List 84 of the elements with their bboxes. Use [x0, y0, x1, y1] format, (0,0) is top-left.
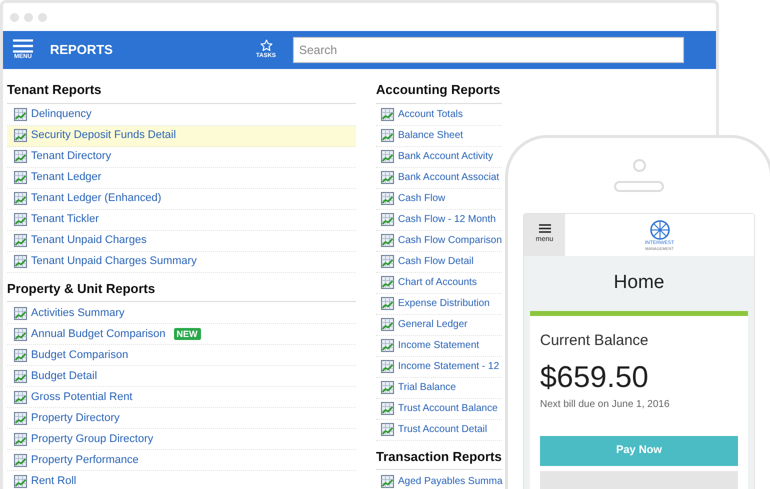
report-link[interactable]: Rent Roll [7, 471, 356, 489]
report-link[interactable]: Income Statement [376, 336, 502, 356]
report-icon [381, 129, 394, 142]
report-icon [14, 390, 27, 404]
phone-speaker [614, 181, 664, 192]
report-icon [381, 192, 394, 205]
report-icon [14, 412, 27, 424]
report-link[interactable]: Tenant Unpaid Charges [7, 230, 356, 252]
report-icon [14, 432, 27, 446]
report-link[interactable]: Tenant Directory [7, 146, 356, 168]
report-link[interactable]: Security Deposit Funds Detail [7, 126, 356, 146]
report-icon [381, 381, 394, 394]
balance-amount: $659.50 [540, 360, 650, 394]
section-heading: Accounting Reports [376, 78, 502, 104]
report-link[interactable]: Tenant Ledger (Enhanced) [7, 188, 356, 210]
report-link[interactable]: Expense Distribution [376, 294, 502, 314]
report-icon [14, 108, 27, 121]
report-link[interactable]: Tenant Tickler [7, 210, 356, 230]
report-link[interactable]: Activities Summary [7, 303, 356, 324]
section-heading: Transaction Reports [376, 444, 502, 470]
report-icon [14, 213, 27, 226]
search-field[interactable]: Search [293, 37, 684, 63]
home-title: Home [612, 271, 666, 296]
report-link[interactable]: Tenant Unpaid Charges Summary [7, 252, 356, 272]
report-link[interactable]: Property Performance [7, 450, 356, 471]
report-icon [381, 171, 394, 184]
report-icon [14, 150, 27, 163]
report-icon [14, 171, 27, 184]
report-icon [381, 213, 394, 226]
report-link[interactable]: Cash Flow Comparison [376, 230, 502, 252]
report-link[interactable]: Property Group Directory [7, 429, 356, 450]
star-icon [260, 39, 272, 52]
report-icon [381, 276, 394, 289]
report-link[interactable]: Cash Flow - 12 Month [376, 210, 502, 230]
report-link[interactable]: Cash Flow [376, 188, 502, 210]
report-link[interactable]: General Ledger [376, 314, 502, 336]
report-icon [381, 234, 394, 247]
report-icon [14, 328, 27, 340]
report-link[interactable]: Property Directory [7, 408, 356, 429]
report-link[interactable]: Trust Account Balance [376, 398, 502, 420]
report-icon [14, 255, 27, 268]
report-icon [14, 474, 27, 488]
report-link[interactable]: Balance Sheet [376, 126, 502, 146]
report-icon [381, 255, 394, 268]
report-link[interactable]: Cash Flow Detail [376, 252, 502, 272]
report-link[interactable]: Bank Account Activity [376, 146, 502, 168]
report-icon [14, 348, 27, 362]
report-link[interactable]: Gross Potential Rent [7, 387, 356, 408]
due-note: Next bill due on June 1, 2016 [540, 398, 671, 412]
report-icon [14, 192, 27, 205]
new-badge: NEW [174, 328, 201, 340]
report-icon [381, 339, 394, 352]
menu-icon [13, 38, 33, 52]
report-link[interactable]: Annual Budget Comparison NEW [7, 324, 356, 345]
card-title: Current Balance [540, 331, 650, 351]
report-icon [14, 234, 27, 247]
report-icon [14, 370, 27, 382]
logo-icon [650, 220, 670, 240]
report-link[interactable]: Trust Account Detail [376, 420, 502, 440]
report-icon [381, 297, 394, 310]
report-icon [14, 129, 27, 142]
report-link[interactable]: Account Totals [376, 104, 502, 126]
report-icon [381, 474, 394, 488]
report-icon [381, 108, 394, 121]
section-heading: Tenant Reports [7, 78, 356, 104]
report-link[interactable]: Budget Comparison [7, 345, 356, 366]
report-link[interactable]: Tenant Ledger [7, 168, 356, 188]
report-link[interactable]: Aged Payables Summa [376, 471, 502, 489]
report-link[interactable]: Chart of Accounts [376, 272, 502, 294]
report-icon [14, 454, 27, 466]
menu-icon [538, 224, 550, 234]
report-icon [381, 423, 394, 436]
report-icon [381, 360, 394, 373]
report-icon [381, 150, 394, 163]
report-icon [381, 402, 394, 415]
report-icon [14, 306, 27, 320]
page-title: REPORTS [50, 41, 113, 60]
section-heading: Property & Unit Reports [7, 276, 356, 302]
report-link[interactable]: Budget Detail [7, 366, 356, 387]
phone-camera [632, 159, 646, 172]
report-icon [381, 318, 394, 331]
report-link[interactable]: Trial Balance [376, 378, 502, 398]
report-link[interactable]: Income Statement - 12 [376, 356, 502, 378]
report-link[interactable]: Bank Account Associat [376, 168, 502, 188]
